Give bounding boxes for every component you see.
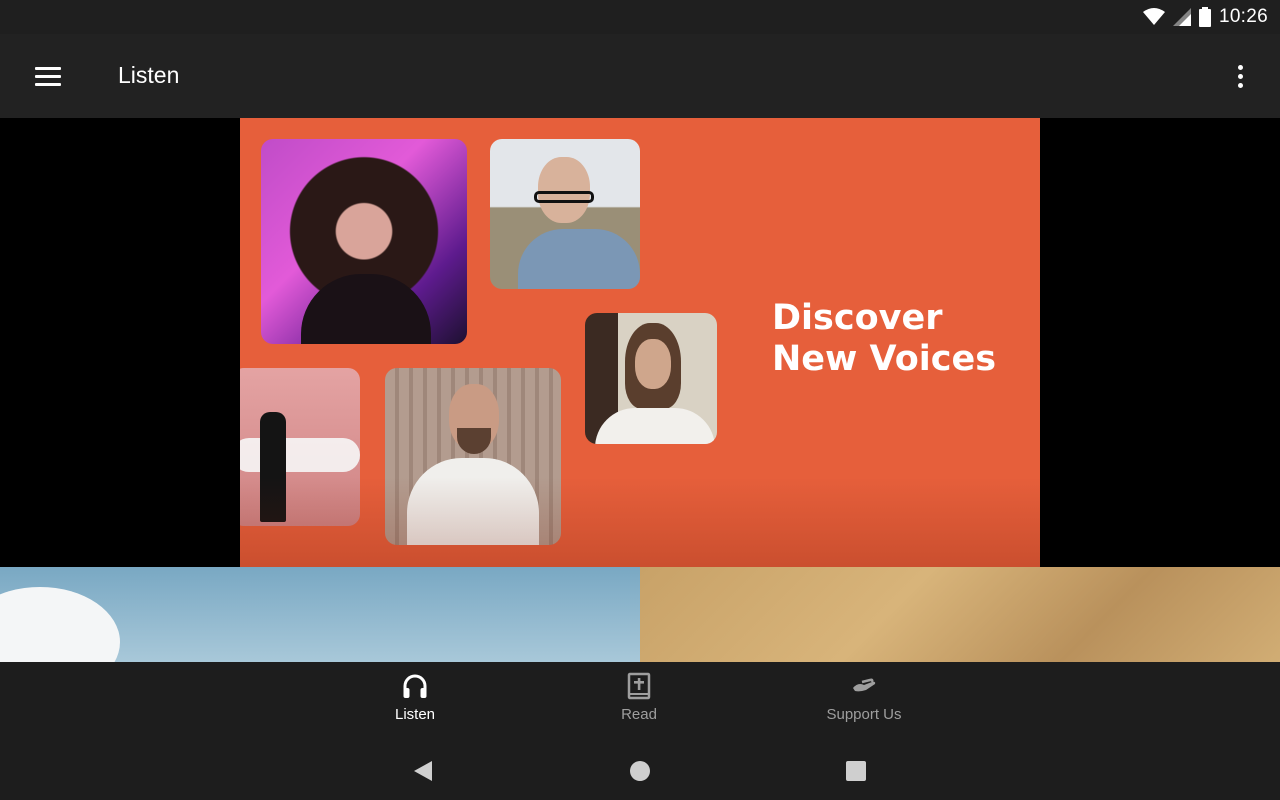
system-navigation-bar xyxy=(0,740,1280,800)
nav-label-listen: Listen xyxy=(394,706,436,723)
artist-photo-man-long-hair xyxy=(240,368,360,526)
sky-card[interactable] xyxy=(0,567,640,662)
battery-icon xyxy=(1198,7,1211,27)
recents-icon[interactable] xyxy=(841,756,871,786)
more-vertical-icon[interactable] xyxy=(1224,56,1256,96)
cell-signal-icon xyxy=(1172,8,1191,26)
headphones-icon xyxy=(403,674,427,698)
banner-heading-line2: New Voices xyxy=(772,339,997,379)
nav-label-read: Read xyxy=(621,706,657,723)
banner-heading: Discover New Voices xyxy=(772,298,1012,380)
hamburger-menu-icon[interactable] xyxy=(26,56,70,96)
page-title: Listen xyxy=(118,62,180,88)
clock: 10:26 xyxy=(1218,6,1268,27)
nav-item-listen[interactable]: Listen xyxy=(335,672,495,732)
nav-item-support-us[interactable]: Support Us xyxy=(784,672,944,732)
app-bar: Listen xyxy=(0,34,1280,118)
content-area[interactable]: Discover New Voices xyxy=(0,118,1280,662)
back-icon[interactable] xyxy=(408,756,438,786)
bible-icon xyxy=(627,672,651,700)
banner-heading-line1: Discover xyxy=(772,298,943,338)
home-icon[interactable] xyxy=(625,756,655,786)
discover-new-voices-banner[interactable]: Discover New Voices xyxy=(240,118,1040,567)
artist-photo-woman xyxy=(585,313,717,444)
artist-photo-woman-curly-hair xyxy=(261,139,467,344)
giving-hand-icon xyxy=(853,678,876,692)
sand-card[interactable] xyxy=(640,567,1280,662)
wifi-icon xyxy=(1142,8,1165,25)
artist-photo-man-glasses xyxy=(490,139,640,289)
nav-item-read[interactable]: Read xyxy=(559,672,719,732)
artist-photo-bald-man xyxy=(385,368,561,545)
status-bar: 10:26 xyxy=(0,0,1280,34)
status-icons: 10:26 xyxy=(1142,6,1268,28)
bottom-navigation: Listen Read Support Us xyxy=(0,662,1280,740)
nav-label-support-us: Support Us xyxy=(826,706,902,723)
